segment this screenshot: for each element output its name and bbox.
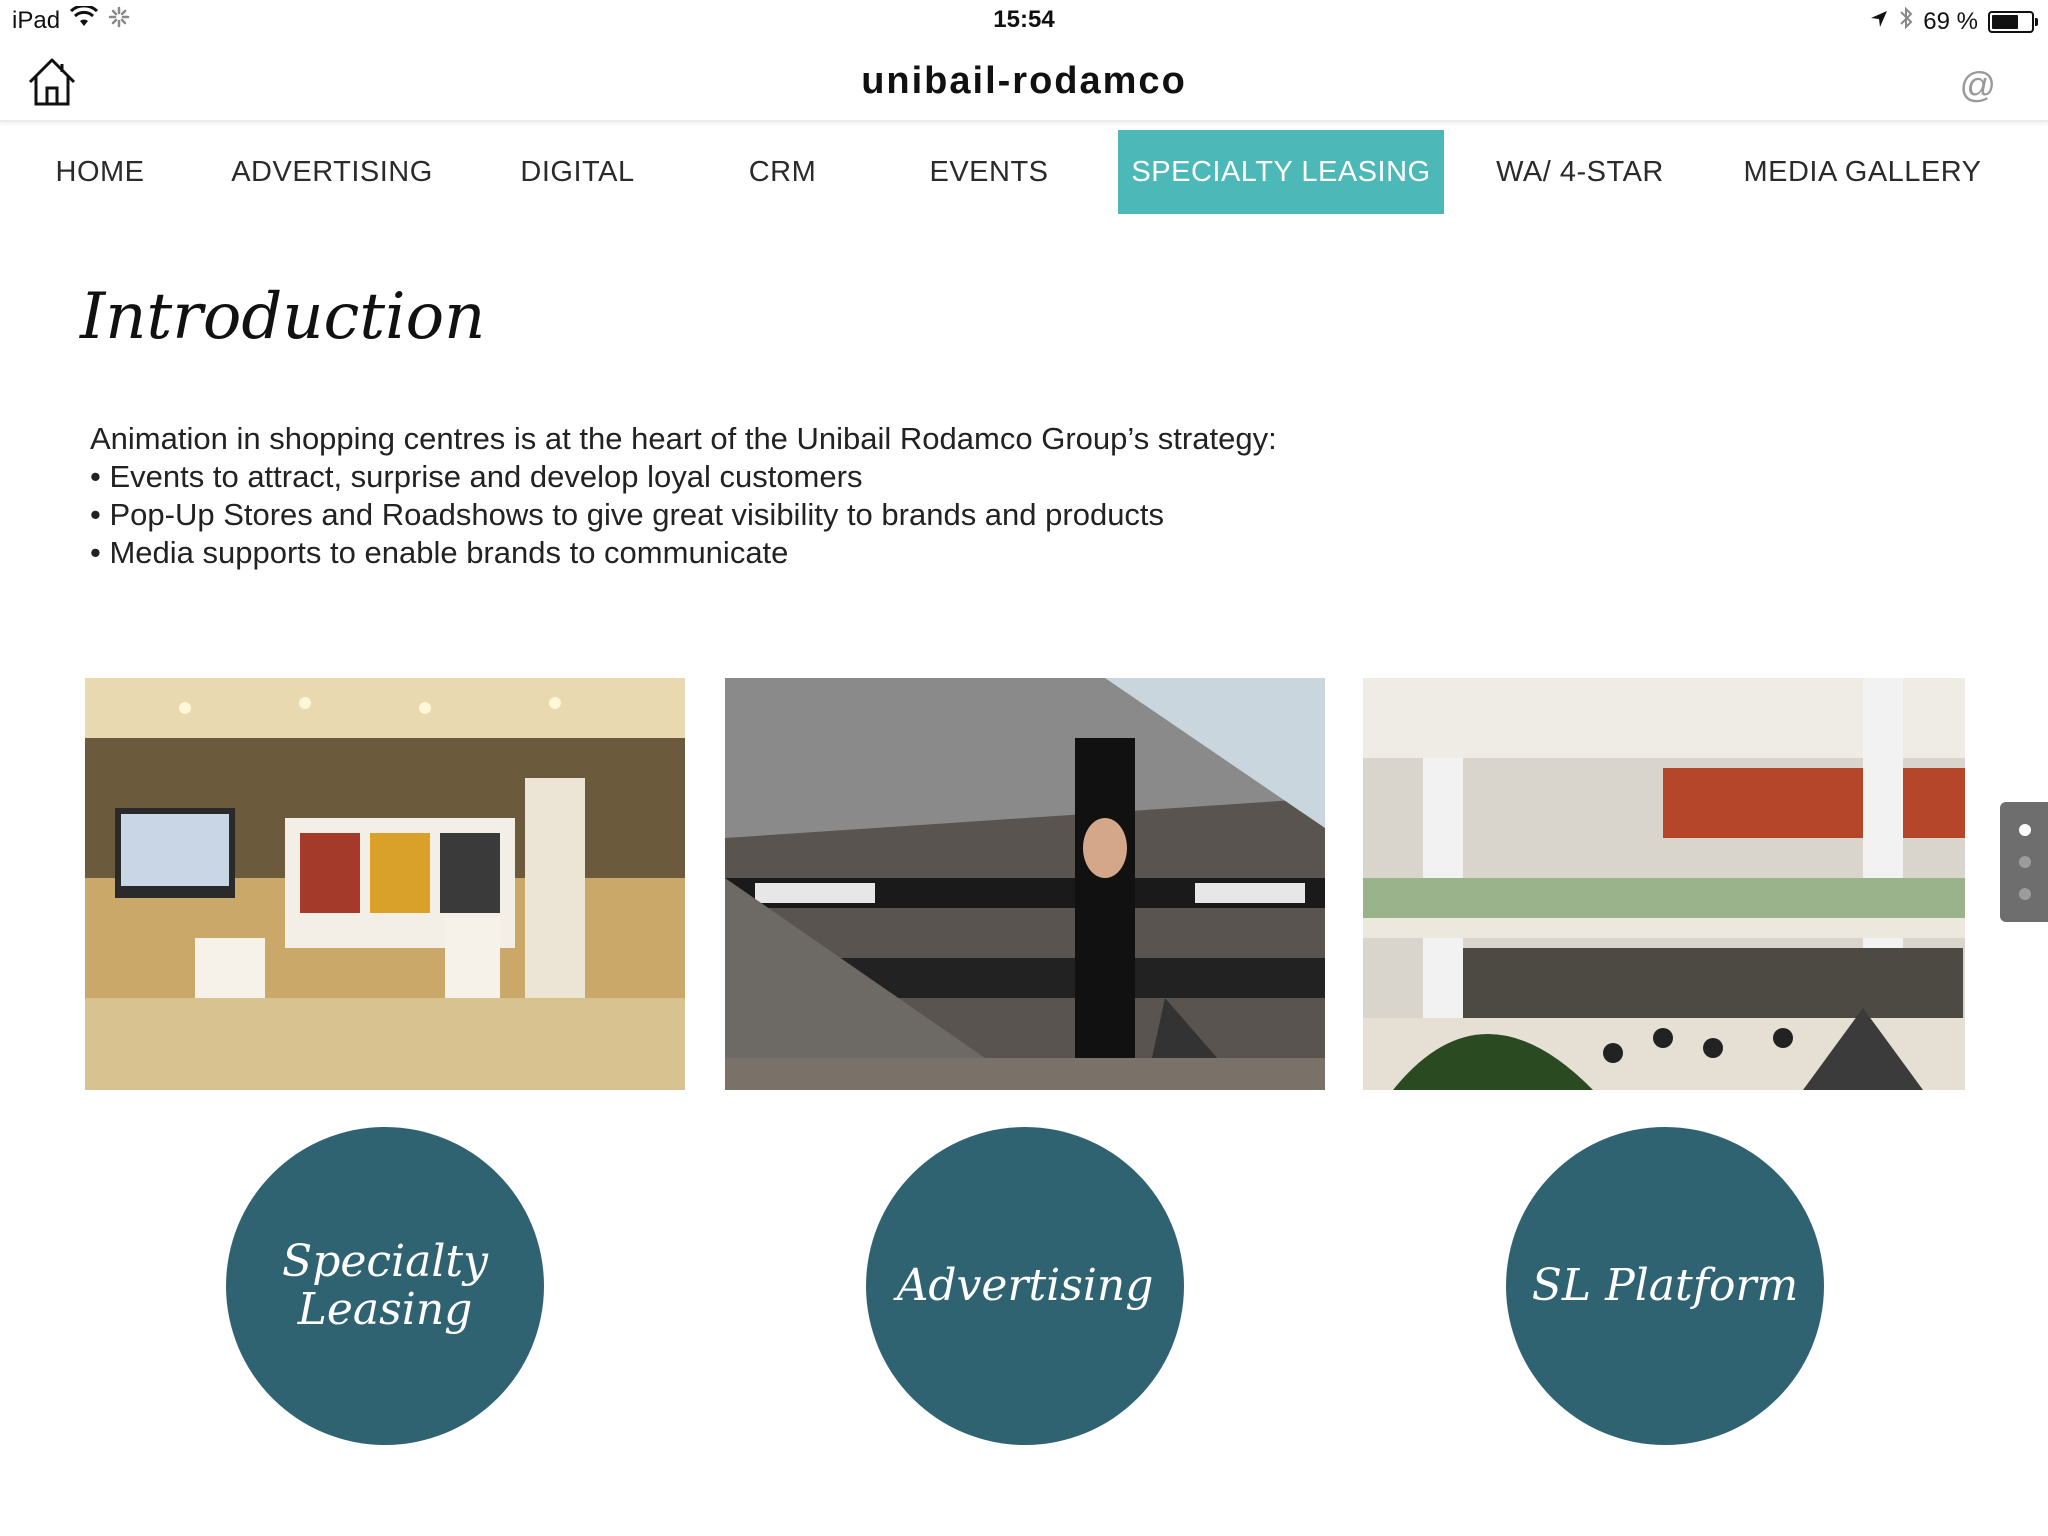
nav-advertising[interactable]: ADVERTISING <box>222 130 442 214</box>
nav-events[interactable]: EVENTS <box>910 130 1068 214</box>
nav-crm[interactable]: CRM <box>720 130 845 214</box>
intro-bullet: • Events to attract, surprise and develo… <box>90 459 863 494</box>
status-bar: iPad 15:54 69 % <box>0 0 2048 40</box>
button-label: Advertising <box>896 1260 1154 1311</box>
nav-digital[interactable]: DIGITAL <box>500 130 655 214</box>
battery-icon <box>1988 10 2038 33</box>
button-label-line: Specialty <box>282 1236 488 1287</box>
nav-wa-4-star[interactable]: WA/ 4-STAR <box>1480 130 1680 214</box>
specialty-leasing-button[interactable]: Specialty Leasing <box>226 1127 544 1445</box>
at-icon[interactable]: @ <box>1959 64 1996 106</box>
intro-bullet: • Pop-Up Stores and Roadshows to give gr… <box>90 497 1165 532</box>
page-dot-2[interactable] <box>2019 856 2031 868</box>
photo-specialty-leasing[interactable] <box>85 678 685 1090</box>
photo-advertising[interactable] <box>725 678 1325 1090</box>
page-title: Introduction <box>80 280 486 354</box>
page-dot-1[interactable] <box>2019 824 2031 836</box>
advertising-button[interactable]: Advertising <box>866 1127 1184 1445</box>
nav-media-gallery[interactable]: MEDIA GALLERY <box>1730 130 1995 214</box>
button-label: SL Platform <box>1531 1260 1799 1311</box>
main-nav: HOME ADVERTISING DIGITAL CRM EVENTS SPEC… <box>0 130 2048 214</box>
battery-percent: 69 % <box>1923 7 1978 35</box>
bluetooth-icon <box>1899 6 1913 37</box>
location-arrow-icon <box>1869 8 1889 36</box>
intro-text: Animation in shopping centres is at the … <box>90 420 1490 572</box>
button-label-line: Leasing <box>297 1284 473 1335</box>
status-right: 69 % <box>1869 6 2038 37</box>
app-title: unibail-rodamco <box>861 60 1187 102</box>
nav-home[interactable]: HOME <box>30 130 170 214</box>
page-indicator[interactable] <box>2000 802 2048 922</box>
photo-sl-platform[interactable] <box>1363 678 1965 1090</box>
intro-line: Animation in shopping centres is at the … <box>90 421 1277 456</box>
title-bar: unibail-rodamco @ <box>0 40 2048 122</box>
clock: 15:54 <box>993 6 1055 33</box>
nav-specialty-leasing[interactable]: SPECIALTY LEASING <box>1118 130 1444 214</box>
intro-bullet: • Media supports to enable brands to com… <box>90 535 789 570</box>
page-dot-3[interactable] <box>2019 888 2031 900</box>
sl-platform-button[interactable]: SL Platform <box>1506 1127 1824 1445</box>
